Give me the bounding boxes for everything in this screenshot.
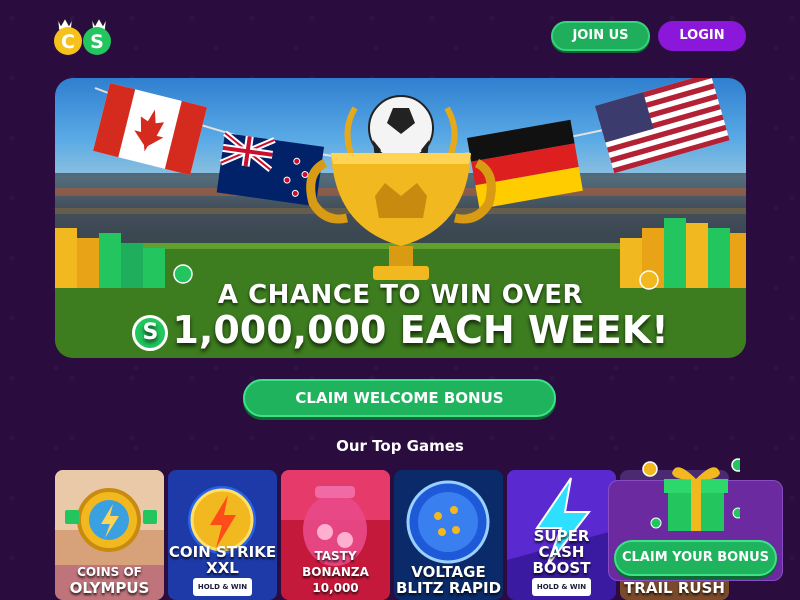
game-title-line1: VOLTAGE <box>411 563 486 581</box>
logo-letter-c: C <box>61 31 75 53</box>
game-title-line1: COIN STRIKE <box>168 543 277 561</box>
sweeps-coin-icon: S <box>132 315 169 351</box>
game-title-line2: BLITZ RAPID <box>395 579 502 597</box>
game-tile-coins-of-olympus[interactable]: COINS OF OLYMPUS <box>55 470 164 600</box>
game-tile-tasty-bonanza[interactable]: TASTY BONANZA 10,000 <box>281 470 390 600</box>
claim-welcome-bonus-button[interactable]: CLAIM WELCOME BONUS <box>243 379 556 417</box>
claim-your-bonus-button[interactable]: CLAIM YOUR BONUS <box>614 540 777 576</box>
logo-letter-s: S <box>90 31 104 53</box>
game-title-line1: COINS OF <box>77 565 142 579</box>
game-tile-super-cash-boost[interactable]: SUPER CASH BOOST HOLD & WIN <box>507 470 616 600</box>
cs-logo[interactable]: C S <box>52 14 116 60</box>
game-title-line2: 10,000 <box>312 581 359 595</box>
game-title-line2: CASH BOOST <box>532 543 591 577</box>
login-button[interactable]: LOGIN <box>658 21 746 51</box>
hero-amount: S 1,000,000 EACH WEEK! <box>55 308 746 352</box>
game-title-line1: TASTY BONANZA <box>302 549 369 579</box>
game-title-line2: OLYMPUS <box>69 579 150 597</box>
game-tile-coin-strike-xxl[interactable]: COIN STRIKE XXL HOLD & WIN <box>168 470 277 600</box>
hero-amount-text: 1,000,000 EACH WEEK! <box>172 308 669 352</box>
hero-headline: A CHANCE TO WIN OVER <box>217 280 584 310</box>
usa-flag <box>595 78 730 174</box>
gift-box-icon <box>642 458 740 531</box>
hold-and-win-badge: HOLD & WIN <box>192 578 253 596</box>
game-tile-voltage-blitz-rapid[interactable]: VOLTAGE BLITZ RAPID <box>394 470 503 600</box>
join-us-button[interactable]: JOIN US <box>551 21 650 51</box>
top-games-title: Our Top Games <box>336 437 464 455</box>
hold-and-win-badge: HOLD & WIN <box>531 578 592 596</box>
hero-banner[interactable]: A CHANCE TO WIN OVER S 1,000,000 EACH WEE… <box>55 78 746 358</box>
game-title-line2: TRAIL RUSH <box>624 579 725 597</box>
game-title-line1: SUPER <box>533 527 590 545</box>
canada-flag <box>93 83 208 176</box>
game-title-line2: XXL <box>206 559 239 577</box>
